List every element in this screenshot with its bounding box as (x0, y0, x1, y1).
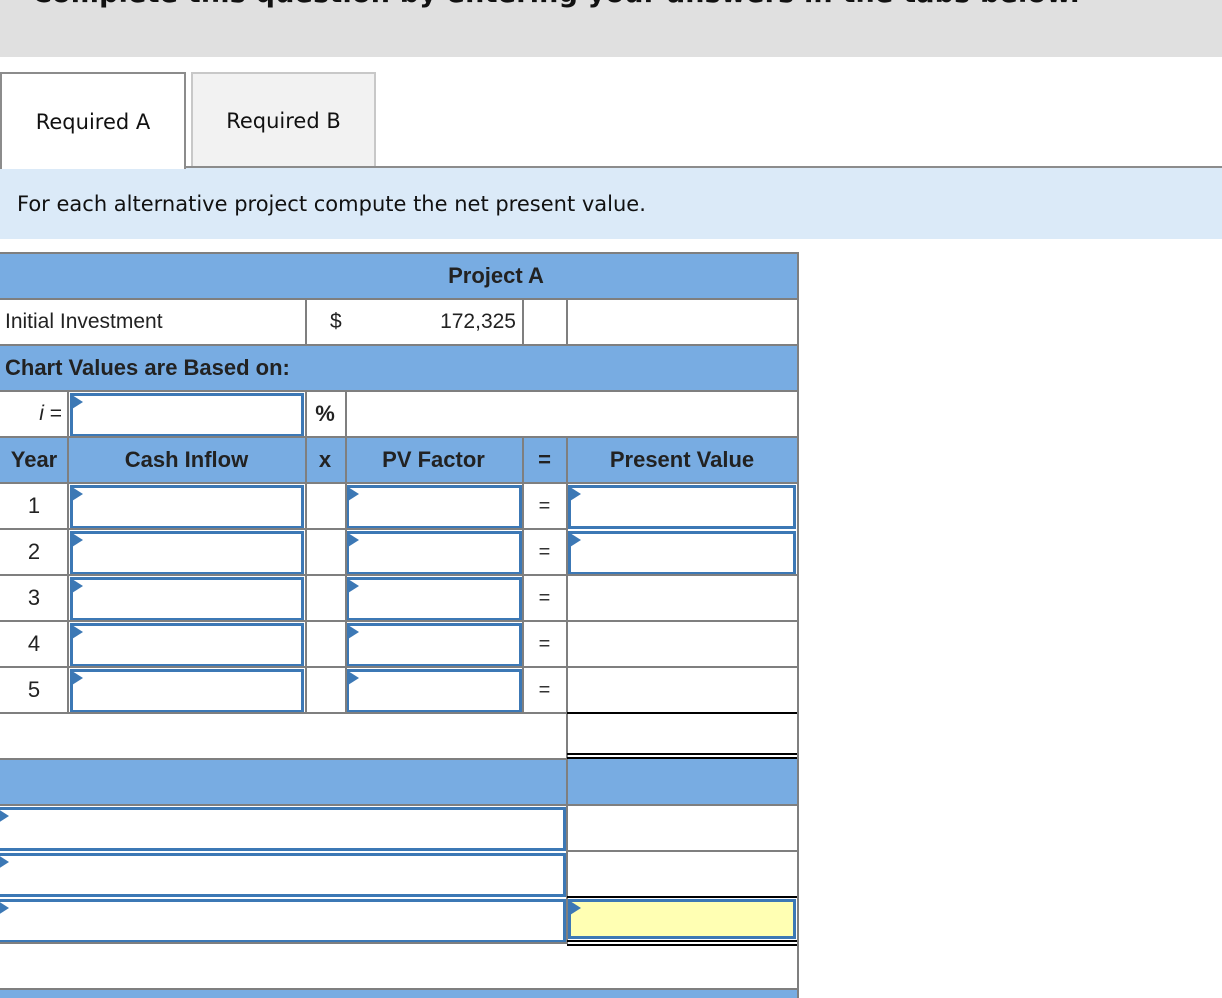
grid-line (0, 482, 799, 484)
grid-line (0, 574, 799, 576)
next-header-band (0, 990, 797, 998)
present-value-cell (568, 621, 797, 667)
grid-line (0, 620, 799, 622)
initial-investment-label: Initial Investment (5, 310, 163, 333)
grid-line (67, 390, 69, 714)
banner-title: Complete this question by entering your … (32, 0, 1080, 9)
question-banner: Complete this question by entering your … (0, 0, 1222, 57)
grid-line (0, 252, 799, 254)
year-cell: 4 (27, 631, 41, 656)
currency-symbol: $ (330, 310, 342, 333)
equals-sign: = (538, 632, 551, 655)
col-pv-factor: PV Factor (382, 447, 485, 472)
grid-line (0, 436, 799, 438)
grid-line (566, 804, 568, 944)
double-underline-bottom (567, 757, 797, 759)
npv-double-underline-bottom (567, 944, 797, 946)
year-cell: 1 (27, 493, 41, 518)
grid-line (0, 712, 567, 714)
rate-label: i = (0, 391, 66, 437)
grid-line (0, 942, 567, 944)
net-present-value-input[interactable] (568, 899, 796, 939)
cash-inflow-input[interactable] (70, 485, 304, 529)
double-underline-top (567, 753, 797, 755)
grid-line (0, 390, 799, 392)
present-value-input[interactable] (568, 531, 796, 575)
grid-line (305, 298, 307, 346)
pv-factor-input[interactable] (346, 669, 522, 713)
grid-line (522, 436, 524, 714)
col-year: Year (10, 447, 58, 472)
rate-variable: i (39, 402, 44, 425)
cash-inflow-input[interactable] (70, 623, 304, 667)
col-equals: = (538, 447, 551, 472)
year-cell: 5 (27, 677, 41, 702)
cash-inflow-input[interactable] (70, 669, 304, 713)
project-title: Project A (0, 252, 797, 299)
pv-factor-input[interactable] (346, 577, 522, 621)
summary-label-input-2[interactable] (0, 853, 566, 897)
rate-input[interactable] (70, 393, 304, 437)
col-times: x (318, 447, 332, 472)
year-cell: 3 (27, 585, 41, 610)
pv-factor-input[interactable] (346, 485, 522, 529)
grid-line (0, 344, 799, 346)
chart-values-header: Chart Values are Based on: (0, 345, 797, 391)
grid-line (0, 298, 799, 300)
cash-inflow-input[interactable] (70, 577, 304, 621)
grid-line (567, 850, 799, 852)
grid-line (0, 804, 799, 806)
equals-sign: = (538, 678, 551, 701)
initial-investment-value: 172,325 (440, 310, 516, 333)
summary-header-band (0, 759, 797, 805)
grid-line (566, 436, 568, 806)
pv-factor-input[interactable] (346, 531, 522, 575)
percent-sign: % (315, 401, 335, 426)
equals-sign: = (538, 540, 551, 563)
total-underline (567, 712, 797, 714)
grid-line (305, 390, 307, 714)
pv-factor-input[interactable] (346, 623, 522, 667)
summary-label-input-3[interactable] (0, 899, 566, 943)
rate-label-text: i = (39, 402, 62, 425)
grid-line (0, 666, 799, 668)
npv-double-underline-top (567, 940, 797, 942)
col-cash-inflow: Cash Inflow (124, 447, 249, 472)
present-value-cell (568, 575, 797, 621)
tab-required-b[interactable]: Required B (191, 72, 376, 167)
equals-sign: = (538, 494, 551, 517)
col-present-value: Present Value (609, 447, 755, 472)
npv-overline (567, 896, 797, 898)
grid-line (566, 298, 568, 346)
grid-line (522, 298, 524, 346)
npv-table: Project A Initial Investment $ 172,325 C… (0, 252, 799, 998)
grid-line (345, 390, 347, 714)
equals-sign: = (538, 586, 551, 609)
grid-line (0, 528, 567, 530)
tab-required-a[interactable]: Required A (0, 72, 186, 169)
instruction-text: For each alternative project compute the… (0, 168, 1222, 239)
grid-line (797, 252, 799, 998)
present-value-cell (568, 667, 797, 713)
cash-inflow-input[interactable] (70, 531, 304, 575)
summary-label-input-1[interactable] (0, 807, 566, 851)
present-value-input[interactable] (568, 485, 796, 529)
year-cell: 2 (27, 539, 41, 564)
grid-line (0, 758, 567, 760)
